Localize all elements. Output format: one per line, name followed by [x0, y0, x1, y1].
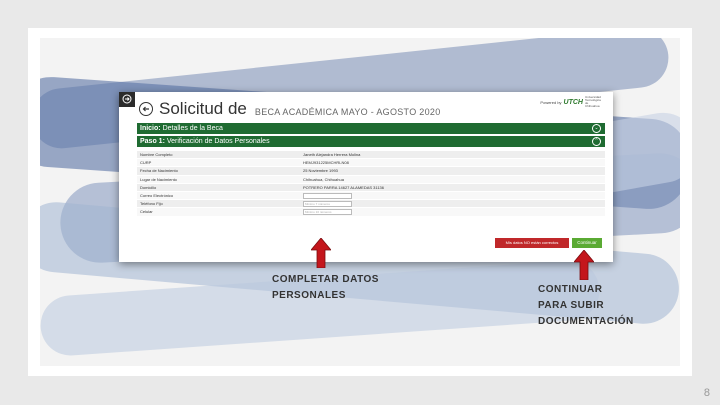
title-row: Solicitud de BECA ACADÉMICA MAYO - AGOST… — [139, 98, 441, 120]
table-row: Lugar de Nacimiento Chihuahua, Chihuahua — [137, 175, 605, 184]
section-paso1-text: Verificación de Datos Personales — [164, 138, 270, 145]
continue-button[interactable]: Continuar — [572, 238, 602, 248]
section-inicio-text: Detalles de la Beca — [160, 125, 223, 132]
row-value: POTRERO PARRA 14627 ALAMEDAS 31136 — [300, 183, 605, 192]
incorrect-data-button[interactable]: Mis datos NO están correctos — [495, 238, 569, 248]
table-row: Teléfono Fijo Mínimo 7 números — [137, 199, 605, 209]
row-value: HEMJ931225MCHRLN08 — [300, 158, 605, 168]
caption-line: DOCUMENTACIÓN — [538, 316, 634, 327]
row-label: Nombre Completo — [137, 151, 300, 160]
utch-logo: UTCH — [563, 98, 583, 106]
caption-complete-data: COMPLETAR DATOS PERSONALES — [272, 272, 379, 304]
landline-field[interactable]: Mínimo 7 números — [303, 200, 352, 207]
row-label: Correo Electrónico — [137, 191, 300, 201]
page-title: Solicitud de — [159, 99, 247, 118]
chevron-up-icon[interactable]: ⌃ — [592, 137, 601, 146]
section-paso1[interactable]: Paso 1: Verificación de Datos Personales… — [137, 136, 605, 147]
row-label: Domicilio — [137, 183, 300, 192]
row-label: CURP — [137, 158, 300, 168]
caption-line: COMPLETAR DATOS — [272, 274, 379, 285]
caption-line: PERSONALES — [272, 290, 346, 301]
section-paso1-bold: Paso 1: — [140, 138, 165, 145]
cellphone-field[interactable]: Mínimo 10 números — [303, 208, 352, 215]
table-row: Domicilio POTRERO PARRA 14627 ALAMEDAS 3… — [137, 183, 605, 192]
section-inicio-bold: Inicio: — [140, 125, 161, 132]
email-field[interactable] — [303, 192, 352, 199]
screenshot-window: Solicitud de BECA ACADÉMICA MAYO - AGOST… — [119, 92, 613, 262]
table-row: Fecha de Nacimiento 25 Noviembre 1993 — [137, 166, 605, 176]
table-row: Nombre Completo Janeth Alejandra Herrera… — [137, 151, 605, 160]
section-inicio[interactable]: Inicio: Detalles de la Beca ⌄ — [137, 123, 605, 134]
page-number: 8 — [703, 387, 710, 399]
table-row: CURP HEMJ931225MCHRLN08 — [137, 158, 605, 168]
row-label: Lugar de Nacimiento — [137, 175, 300, 184]
caption-continue: CONTINUAR PARA SUBIR DOCUMENTACIÓN — [538, 282, 634, 330]
chevron-down-icon[interactable]: ⌄ — [592, 124, 601, 133]
slide: Solicitud de BECA ACADÉMICA MAYO - AGOST… — [0, 0, 720, 405]
utch-tagline: Universidad Tecnológica de Chihuahua — [585, 95, 601, 108]
row-value: 25 Noviembre 1993 — [300, 166, 605, 176]
arrow-up-icon — [574, 250, 594, 280]
row-label: Celular — [137, 207, 300, 217]
back-arrow-icon[interactable] — [139, 102, 153, 116]
row-value: Janeth Alejandra Herrera Molina — [300, 151, 605, 160]
page-subtitle: BECA ACADÉMICA MAYO - AGOSTO 2020 — [254, 106, 441, 117]
row-value: Chihuahua, Chihuahua — [300, 175, 605, 184]
table-row: Correo Electrónico — [137, 191, 605, 201]
powered-by-label: Powered by — [540, 99, 562, 105]
personal-data-table: Nombre Completo Janeth Alejandra Herrera… — [137, 151, 605, 217]
nav-corner[interactable] — [119, 92, 135, 107]
caption-line: PARA SUBIR — [538, 300, 605, 311]
row-label: Teléfono Fijo — [137, 199, 300, 209]
table-row: Celular Mínimo 10 números — [137, 207, 605, 217]
caption-line: CONTINUAR — [538, 284, 603, 295]
powered-by: Powered by UTCH Universidad Tecnológica … — [540, 96, 603, 108]
forward-arrow-icon — [122, 94, 132, 104]
row-label: Fecha de Nacimiento — [137, 166, 300, 176]
arrow-up-icon — [311, 238, 331, 268]
